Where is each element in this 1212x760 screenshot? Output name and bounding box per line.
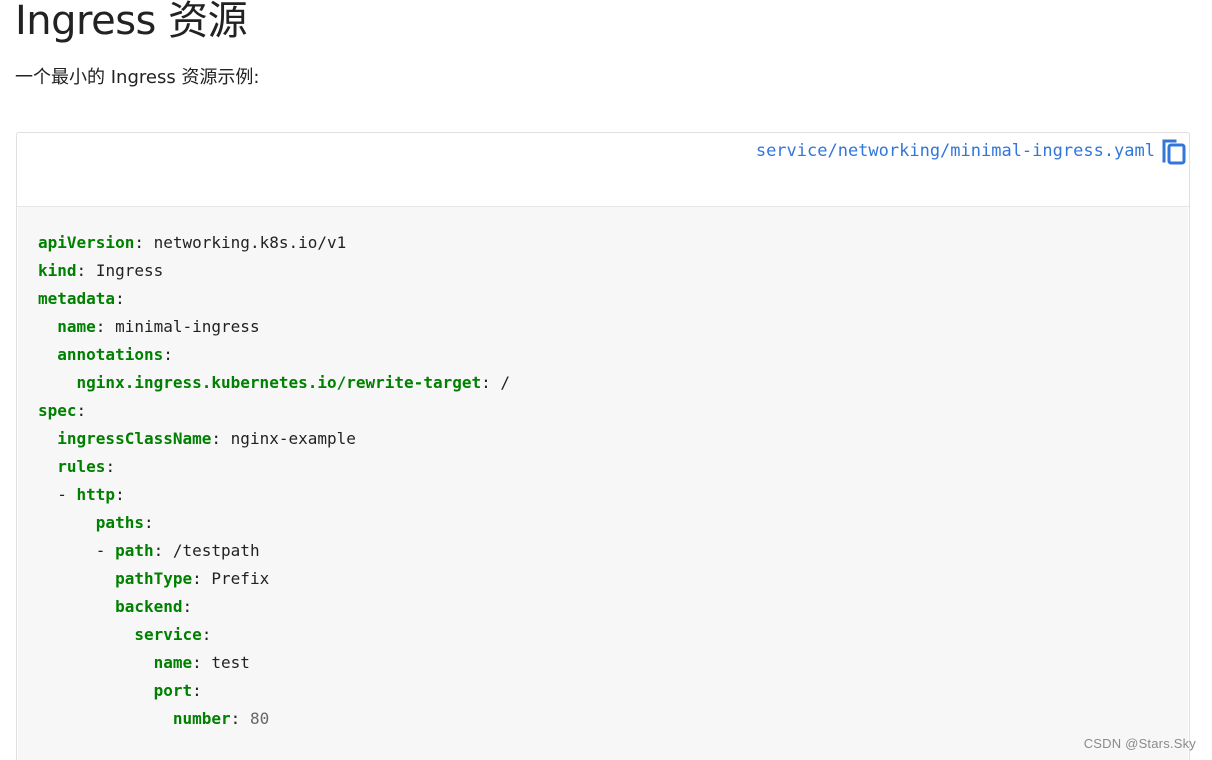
yaml-value: minimal-ingress (115, 317, 260, 336)
yaml-key: http (76, 485, 116, 504)
yaml-key: annotations (57, 345, 164, 364)
yaml-colon: : (115, 289, 125, 308)
intro-text: 一个最小的 Ingress 资源示例: (15, 67, 260, 88)
yaml-key: ingressClassName (57, 429, 212, 448)
yaml-key: backend (115, 597, 183, 616)
yaml-space (491, 373, 501, 392)
yaml-colon: : (192, 653, 202, 672)
yaml-colon: : (481, 373, 491, 392)
yaml-space (144, 233, 154, 252)
code-line: - path: /testpath (38, 537, 510, 565)
yaml-value: /testpath (172, 541, 260, 560)
yaml-key: metadata (38, 289, 116, 308)
yaml-colon: : (76, 401, 87, 420)
yaml-colon: : (95, 317, 106, 336)
code-card: service/networking/minimal-ingress.yaml … (16, 132, 1190, 760)
code-line: apiVersion: networking.k8s.io/v1 (38, 229, 510, 257)
yaml-space (202, 653, 212, 672)
yaml-colon: : (211, 429, 222, 448)
yaml-value: Ingress (95, 261, 164, 280)
code-line: annotations: (38, 341, 510, 369)
yaml-key: spec (38, 401, 77, 420)
code-line: name: minimal-ingress (38, 313, 510, 341)
yaml-colon: : (230, 709, 241, 728)
code-line: spec: (38, 397, 510, 425)
yaml-value: Prefix (211, 569, 270, 588)
code-line: kind: Ingress (38, 257, 510, 285)
code-line: pathType: Prefix (38, 565, 510, 593)
yaml-key: paths (95, 513, 144, 532)
watermark: CSDN @Stars.Sky (1083, 736, 1196, 751)
yaml-key: name (153, 653, 193, 672)
yaml-value: networking.k8s.io/v1 (153, 233, 347, 252)
yaml-colon: : (115, 485, 125, 504)
yaml-value: nginx-example (230, 429, 356, 448)
yaml-space (221, 429, 231, 448)
yaml-colon: : (76, 261, 87, 280)
yaml-colon: : (134, 233, 144, 252)
yaml-colon: : (201, 625, 212, 644)
yaml-colon: : (163, 345, 173, 364)
code-line: port: (38, 677, 510, 705)
code-line: name: test (38, 649, 510, 677)
list-dash: - (57, 485, 77, 504)
yaml-colon: : (182, 597, 193, 616)
yaml-space (240, 709, 250, 728)
yaml-colon: : (153, 541, 164, 560)
yaml-key: pathType (115, 569, 193, 588)
source-file-link[interactable]: service/networking/minimal-ingress.yaml (756, 140, 1155, 162)
code-line: - http: (38, 481, 510, 509)
yaml-value: 80 (249, 709, 270, 728)
yaml-key: path (115, 541, 154, 560)
code-line: rules: (38, 453, 510, 481)
yaml-key: number (172, 709, 231, 728)
copy-icon[interactable] (1161, 136, 1187, 166)
yaml-space (202, 569, 212, 588)
yaml-colon: : (143, 513, 154, 532)
code-line: paths: (38, 509, 510, 537)
page-title: Ingress 资源 (15, 0, 248, 44)
yaml-key: rules (57, 457, 106, 476)
code-line: service: (38, 621, 510, 649)
code-line: metadata: (38, 285, 510, 313)
yaml-value: / (500, 373, 511, 392)
code-line: nginx.ingress.kubernetes.io/rewrite-targ… (38, 369, 511, 397)
yaml-colon: : (105, 457, 116, 476)
code-line: ingressClassName: nginx-example (38, 425, 510, 453)
yaml-key: service (134, 625, 202, 644)
yaml-colon: : (192, 569, 202, 588)
code-line: backend: (38, 593, 510, 621)
yaml-key: port (153, 681, 193, 700)
code-line: number: 80 (38, 705, 510, 733)
yaml-key: name (57, 317, 96, 336)
yaml-space (163, 541, 173, 560)
yaml-space (86, 261, 96, 280)
code-block: apiVersion: networking.k8s.io/v1 kind: In… (18, 207, 1188, 760)
yaml-colon: : (192, 681, 202, 700)
yaml-code: apiVersion: networking.k8s.io/v1 kind: In… (38, 229, 510, 733)
list-dash: - (95, 541, 116, 560)
yaml-value: test (211, 653, 250, 672)
yaml-key: apiVersion (38, 233, 135, 252)
yaml-key: kind (38, 261, 77, 280)
yaml-key: nginx.ingress.kubernetes.io/rewrite-targ… (76, 373, 482, 392)
yaml-space (105, 317, 115, 336)
page: Ingress 资源 一个最小的 Ingress 资源示例: service/n… (0, 0, 1212, 760)
code-card-header: service/networking/minimal-ingress.yaml (17, 133, 1189, 207)
